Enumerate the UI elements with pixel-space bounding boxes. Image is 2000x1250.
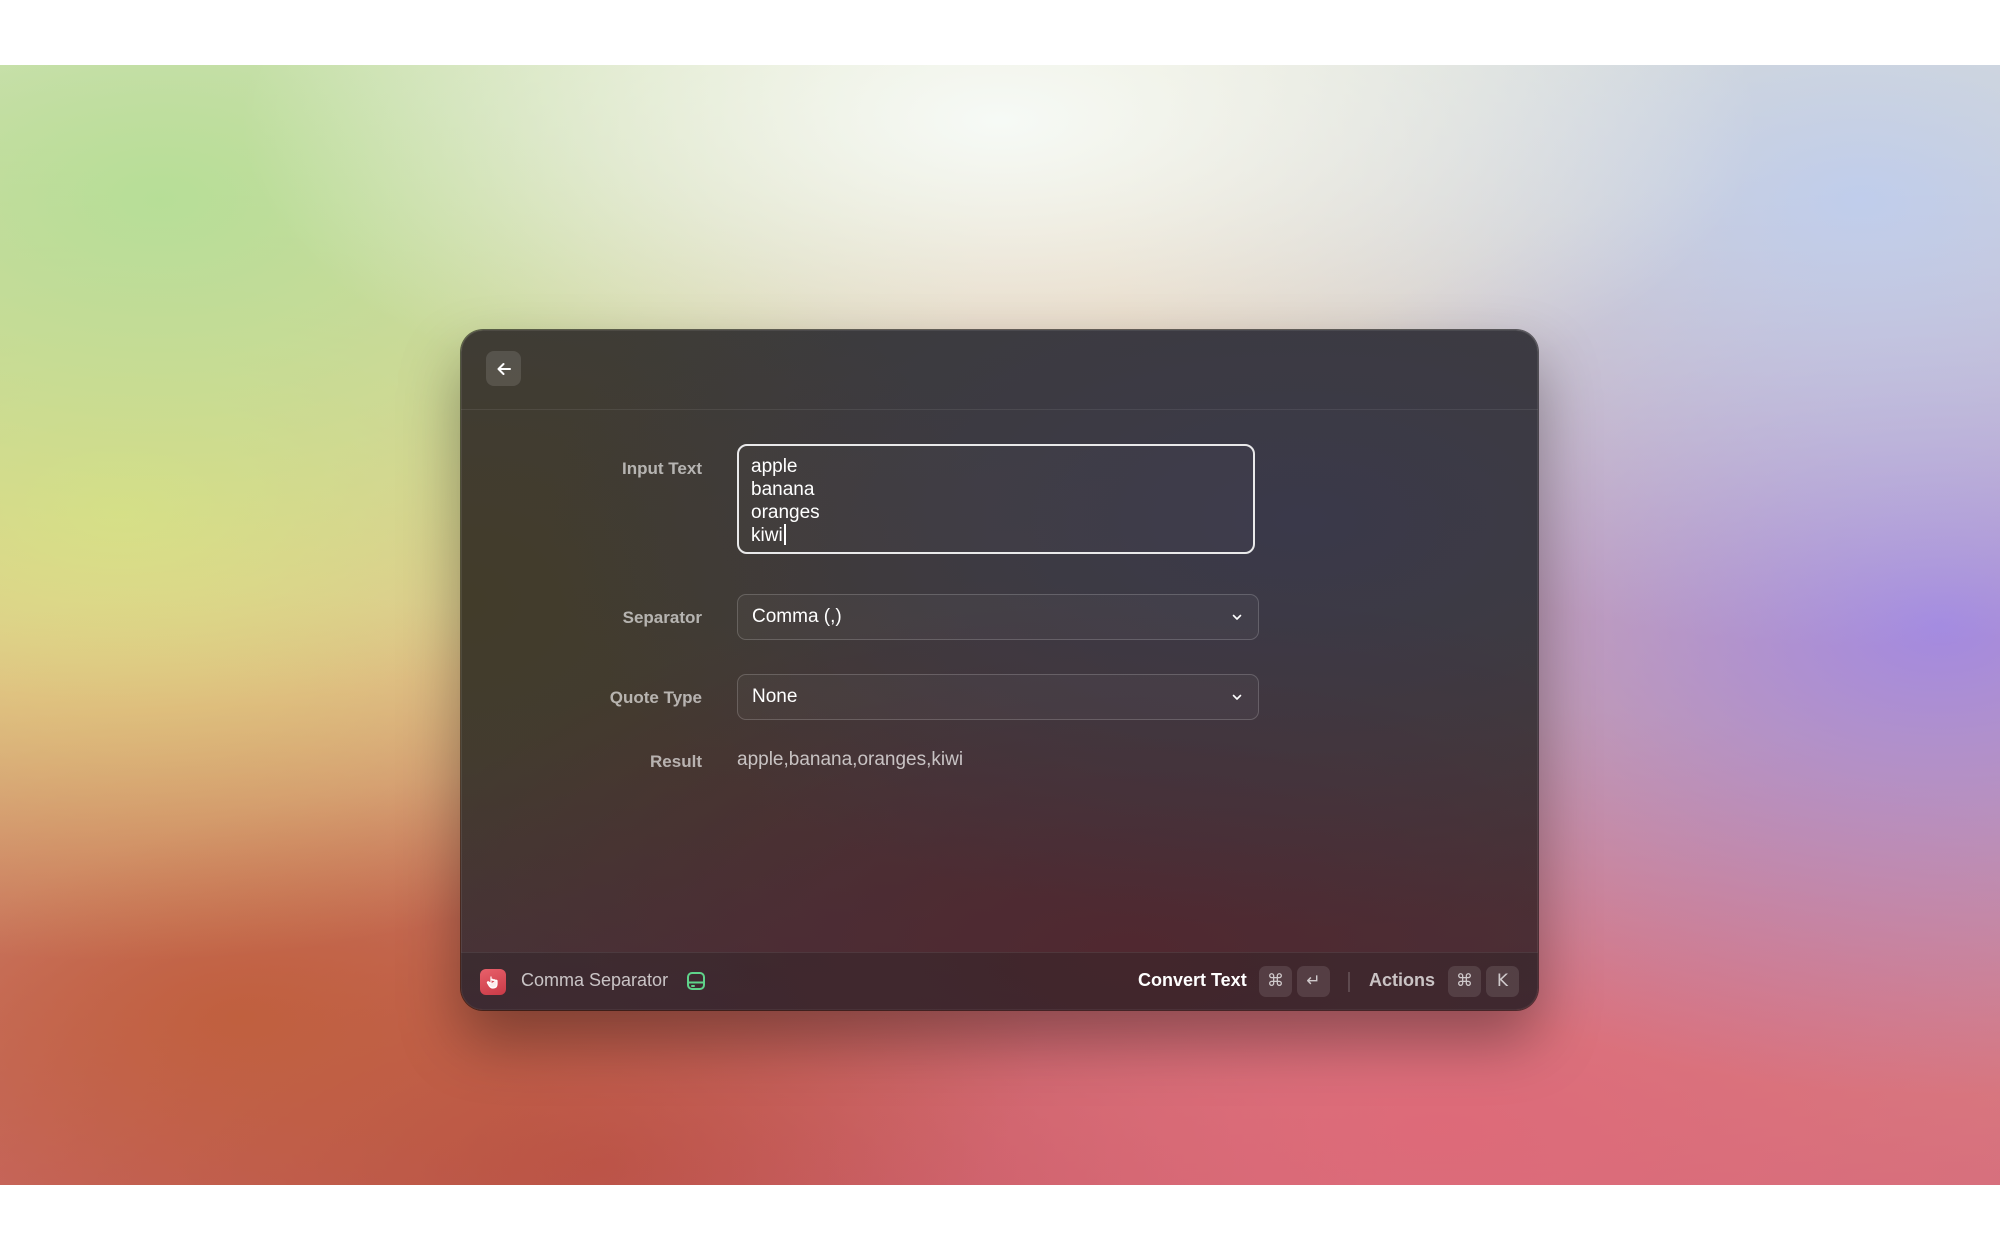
action-bar: Comma Separator Convert Text ⌘ ↵ Actions… — [461, 952, 1538, 1010]
input-text-field[interactable]: apple banana oranges kiwi — [737, 444, 1255, 554]
window-header — [461, 330, 1538, 410]
back-button[interactable] — [486, 351, 521, 386]
chevron-down-icon — [1232, 694, 1242, 700]
return-key-icon: ↵ — [1297, 966, 1330, 997]
chevron-down-icon — [1232, 614, 1242, 620]
command-name: Comma Separator — [521, 970, 669, 990]
app-icon — [480, 969, 506, 995]
quote-type-dropdown[interactable]: None — [737, 674, 1259, 720]
separator-label: Separator — [622, 608, 702, 627]
quote-type-label: Quote Type — [609, 688, 702, 707]
convert-text-button[interactable]: Convert Text — [1138, 970, 1247, 991]
extension-icon — [687, 972, 705, 990]
command-key-icon: ⌘ — [1448, 966, 1481, 997]
separator-selected-value: Comma (,) — [752, 606, 842, 627]
divider — [1348, 972, 1350, 992]
input-line: oranges — [751, 502, 820, 523]
result-value: apple,banana,oranges,kiwi — [737, 749, 964, 770]
quote-type-selected-value: None — [752, 686, 798, 707]
input-line: banana — [751, 479, 815, 500]
input-line: apple — [751, 456, 798, 477]
result-label: Result — [650, 752, 702, 771]
text-caret — [783, 524, 786, 545]
separator-dropdown[interactable]: Comma (,) — [737, 594, 1259, 640]
launcher-window: Input Text apple banana oranges kiwi Sep… — [461, 330, 1538, 1010]
input-line: kiwi — [751, 525, 783, 546]
k-key-icon: K — [1486, 966, 1519, 997]
command-key-icon: ⌘ — [1259, 966, 1292, 997]
actions-button[interactable]: Actions — [1369, 970, 1435, 991]
hand-pointer-icon — [486, 976, 498, 989]
desktop-background: Input Text apple banana oranges kiwi Sep… — [0, 65, 2000, 1185]
input-text-label: Input Text — [622, 459, 702, 478]
arrow-left-icon — [497, 362, 511, 375]
